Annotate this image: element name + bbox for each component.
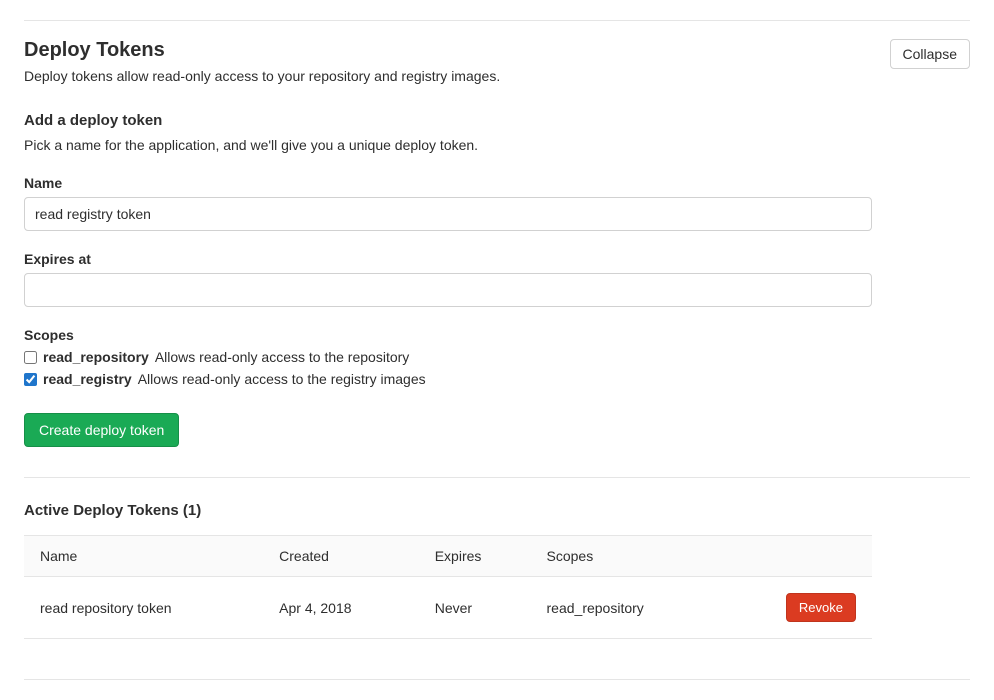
collapse-button[interactable]: Collapse <box>890 39 970 69</box>
page-title: Deploy Tokens <box>24 39 500 62</box>
active-tokens-table: Name Created Expires Scopes read reposit… <box>24 535 872 639</box>
create-deploy-token-button[interactable]: Create deploy token <box>24 413 179 447</box>
name-label: Name <box>24 175 872 191</box>
col-header-actions <box>770 536 872 577</box>
cell-name: read repository token <box>24 577 263 639</box>
table-row: read repository token Apr 4, 2018 Never … <box>24 577 872 639</box>
bottom-divider <box>24 679 970 680</box>
scope-read-registry-name: read_registry <box>43 371 132 387</box>
col-header-created: Created <box>263 536 419 577</box>
add-token-heading: Add a deploy token <box>24 112 872 129</box>
add-token-description: Pick a name for the application, and we'… <box>24 137 872 153</box>
col-header-scopes: Scopes <box>531 536 770 577</box>
cell-created: Apr 4, 2018 <box>263 577 419 639</box>
col-header-name: Name <box>24 536 263 577</box>
name-input[interactable] <box>24 197 872 231</box>
table-header-row: Name Created Expires Scopes <box>24 536 872 577</box>
scope-read-repository: read_repository Allows read-only access … <box>24 349 872 365</box>
scope-read-repository-desc: Allows read-only access to the repositor… <box>155 349 409 365</box>
active-tokens-heading: Active Deploy Tokens (1) <box>24 502 970 519</box>
cell-expires: Never <box>419 577 531 639</box>
cell-scopes: read_repository <box>531 577 770 639</box>
expires-input[interactable] <box>24 273 872 307</box>
section-divider <box>24 477 970 478</box>
col-header-expires: Expires <box>419 536 531 577</box>
scope-read-registry-checkbox[interactable] <box>24 373 37 386</box>
page-subtitle: Deploy tokens allow read-only access to … <box>24 68 500 84</box>
scope-read-registry-desc: Allows read-only access to the registry … <box>138 371 426 387</box>
cell-actions: Revoke <box>770 577 872 639</box>
revoke-button[interactable]: Revoke <box>786 593 856 622</box>
expires-label: Expires at <box>24 251 872 267</box>
scope-read-repository-checkbox[interactable] <box>24 351 37 364</box>
scope-read-registry: read_registry Allows read-only access to… <box>24 371 872 387</box>
scope-read-repository-name: read_repository <box>43 349 149 365</box>
top-divider <box>24 20 970 21</box>
scopes-label: Scopes <box>24 327 872 343</box>
